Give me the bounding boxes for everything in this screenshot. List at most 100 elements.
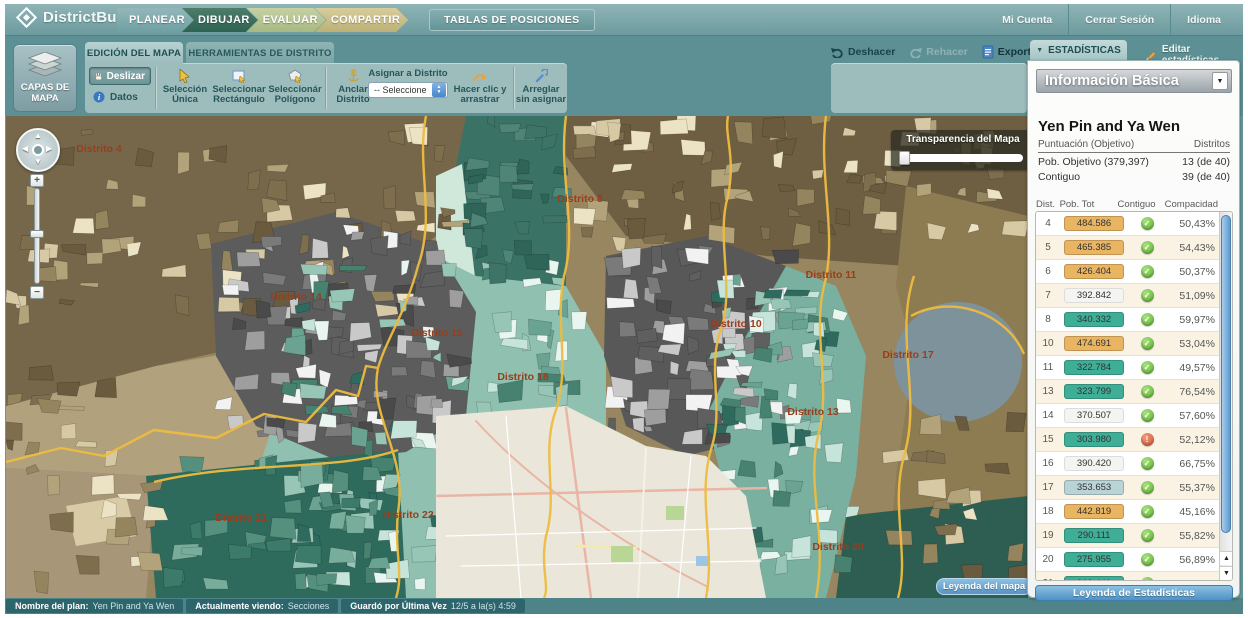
table-row[interactable]: 18442.819✓45,16% (1036, 500, 1221, 524)
transparency-slider-track[interactable] (901, 154, 1023, 162)
status-segments: Nombre del plan:Yen Pin and Ya WenActual… (6, 599, 525, 613)
cell-district-number: 16 (1036, 458, 1060, 469)
pan-center-button[interactable] (32, 144, 44, 156)
table-row[interactable]: 7392.842✓51,09% (1036, 284, 1221, 308)
table-row[interactable]: 13323.799✓76,54% (1036, 380, 1221, 404)
table-row[interactable]: 20275.955✓56,89% (1036, 548, 1221, 572)
statistics-view-select[interactable]: Información Básica ▼ (1036, 69, 1232, 93)
table-row[interactable]: 8340.332✓59,97% (1036, 308, 1221, 332)
status-label: Nombre del plan: (15, 601, 89, 611)
pan-tool-button[interactable]: Deslizar (89, 67, 151, 85)
districtbuilder-logo-icon (16, 7, 37, 28)
table-row[interactable]: 6426.404✓50,37% (1036, 260, 1221, 284)
cell-district-number: 7 (1036, 290, 1060, 301)
top-link-idioma[interactable]: Idioma (1171, 14, 1237, 26)
pan-left-icon[interactable]: ◀ (22, 144, 28, 153)
info-icon: i (93, 91, 105, 103)
cell-population: 323.799 (1060, 384, 1128, 399)
district-label: Distrito 21 (215, 512, 266, 524)
summary-row-value: 39 (de 40) (1182, 171, 1230, 183)
cell-population: 275.955 (1060, 552, 1128, 567)
cell-compactness: 45,16% (1166, 506, 1221, 518)
pan-down-icon[interactable]: ▼ (34, 157, 42, 166)
map-canvas[interactable]: Distrito 4Distrito 8Distrito 11Distrito … (6, 116, 1028, 598)
scroll-up-icon[interactable]: ▲ (1220, 551, 1233, 565)
check-icon: ✓ (1141, 313, 1154, 326)
population-badge: 353.653 (1064, 480, 1124, 495)
transparency-slider-handle[interactable] (899, 151, 910, 165)
table-row[interactable]: 4484.586✓50,43% (1036, 212, 1221, 236)
map-pan-control[interactable]: ▲ ▼ ◀ ▶ (16, 128, 60, 172)
table-row[interactable]: 11322.784✓49,57% (1036, 356, 1221, 380)
col-header-contiguo: Contiguo (1118, 199, 1165, 210)
tab-district-tools[interactable]: HERRAMIENTAS DE DISTRITO (186, 42, 334, 64)
cell-district-number: 21 (1036, 578, 1060, 581)
cell-contiguity: ✓ (1128, 457, 1166, 470)
population-badge: 275.955 (1064, 552, 1124, 567)
status-segment: Nombre del plan: Yen Pin and Ya Wen (6, 599, 183, 613)
pan-up-icon[interactable]: ▲ (34, 131, 42, 140)
status-value: Yen Pin and Ya Wen (93, 601, 175, 611)
tool-panel: Deslizar i Datos Selección Única Selecci… (85, 63, 567, 113)
pan-right-icon[interactable]: ▶ (46, 144, 52, 153)
zoom-in-button[interactable]: + (30, 174, 44, 187)
click-drag-tool[interactable]: Hacer clic y arrastrar (449, 68, 511, 105)
table-row[interactable]: 19290.111✓55,82% (1036, 524, 1221, 548)
table-row[interactable]: 21300.441✓61,93% (1036, 572, 1221, 581)
district-label: Distrito 13 (787, 406, 838, 418)
district-label: Distrito 15 (411, 327, 462, 339)
population-badge: 323.799 (1064, 384, 1124, 399)
population-badge: 322.784 (1064, 360, 1124, 375)
assign-district-select[interactable]: -- Seleccione ▲ ▼ (368, 82, 448, 98)
table-row[interactable]: 16390.420✓66,75% (1036, 452, 1221, 476)
summary-row-label: Contiguo (1038, 171, 1080, 183)
map-transparency-control: Transparencia del Mapa (891, 130, 1028, 170)
check-icon: ✓ (1141, 241, 1154, 254)
cell-compactness: 54,43% (1166, 242, 1221, 254)
fix-unassigned-tool[interactable]: Arreglar sin asignar (515, 68, 567, 105)
nav-step-dibujar[interactable]: DIBUJAR (182, 8, 258, 32)
cell-compactness: 49,57% (1166, 362, 1221, 374)
redo-button[interactable]: Rehacer (909, 46, 967, 58)
anchor-icon (347, 68, 360, 83)
tab-statistics[interactable]: ▼ ESTADÍSTICAS (1030, 40, 1127, 61)
nav-step-evaluar[interactable]: EVALUAR (247, 8, 326, 32)
table-scrollbar[interactable]: ▲ ▼ (1219, 212, 1232, 580)
data-tool-button[interactable]: i Datos (93, 91, 138, 103)
summary-row-value: 13 (de 40) (1182, 156, 1230, 168)
cell-population: 390.420 (1060, 456, 1128, 471)
plan-name: Yen Pin and Ya Wen (1038, 118, 1180, 135)
statistics-legend-button[interactable]: Leyenda de Estadísticas (1035, 585, 1233, 601)
cell-population: 465.385 (1060, 240, 1128, 255)
scrollbar-thumb[interactable] (1221, 215, 1231, 533)
rectangle-select-tool[interactable]: Seleccionar Rectángulo (211, 68, 267, 105)
top-link-mi-cuenta[interactable]: Mi Cuenta (986, 14, 1068, 26)
scroll-down-icon[interactable]: ▼ (1220, 566, 1233, 580)
col-header-dist: Dist. (1036, 199, 1060, 210)
table-row[interactable]: 15303.980!52,12% (1036, 428, 1221, 452)
zoom-out-button[interactable]: − (30, 286, 44, 299)
cell-district-number: 6 (1036, 266, 1060, 277)
table-row[interactable]: 5465.385✓54,43% (1036, 236, 1221, 260)
check-icon: ✓ (1141, 337, 1154, 350)
table-row[interactable]: 10474.691✓53,04% (1036, 332, 1221, 356)
tab-map-editing[interactable]: EDICIÓN DEL MAPA (85, 42, 183, 64)
map-layers-button[interactable]: CAPAS DE MAPA (13, 44, 77, 112)
polygon-select-tool[interactable]: Seleccionár Polígono (267, 68, 323, 105)
leaderboard-button[interactable]: TABLAS DE POSICIONES (429, 9, 595, 31)
nav-step-planear[interactable]: PLANEAR (117, 8, 193, 32)
zoom-slider-handle[interactable] (30, 230, 44, 238)
top-link-cerrar-sesión[interactable]: Cerrar Sesión (1069, 14, 1170, 26)
dropdown-arrow-icon[interactable]: ▼ (1212, 72, 1228, 90)
assign-district-label: Asignar a Distrito (368, 68, 447, 79)
table-row[interactable]: 14370.507✓57,60% (1036, 404, 1221, 428)
population-badge: 390.420 (1064, 456, 1124, 471)
undo-button[interactable]: Deshacer (831, 46, 895, 58)
cell-district-number: 10 (1036, 338, 1060, 349)
single-select-tool[interactable]: Selección Única (157, 68, 213, 105)
map-legend-button[interactable]: Leyenda del mapa (936, 578, 1028, 595)
table-row[interactable]: 17353.653✓55,37% (1036, 476, 1221, 500)
nav-step-compartir[interactable]: COMPARTIR (315, 8, 408, 32)
check-icon: ✓ (1141, 481, 1154, 494)
cell-district-number: 13 (1036, 386, 1060, 397)
